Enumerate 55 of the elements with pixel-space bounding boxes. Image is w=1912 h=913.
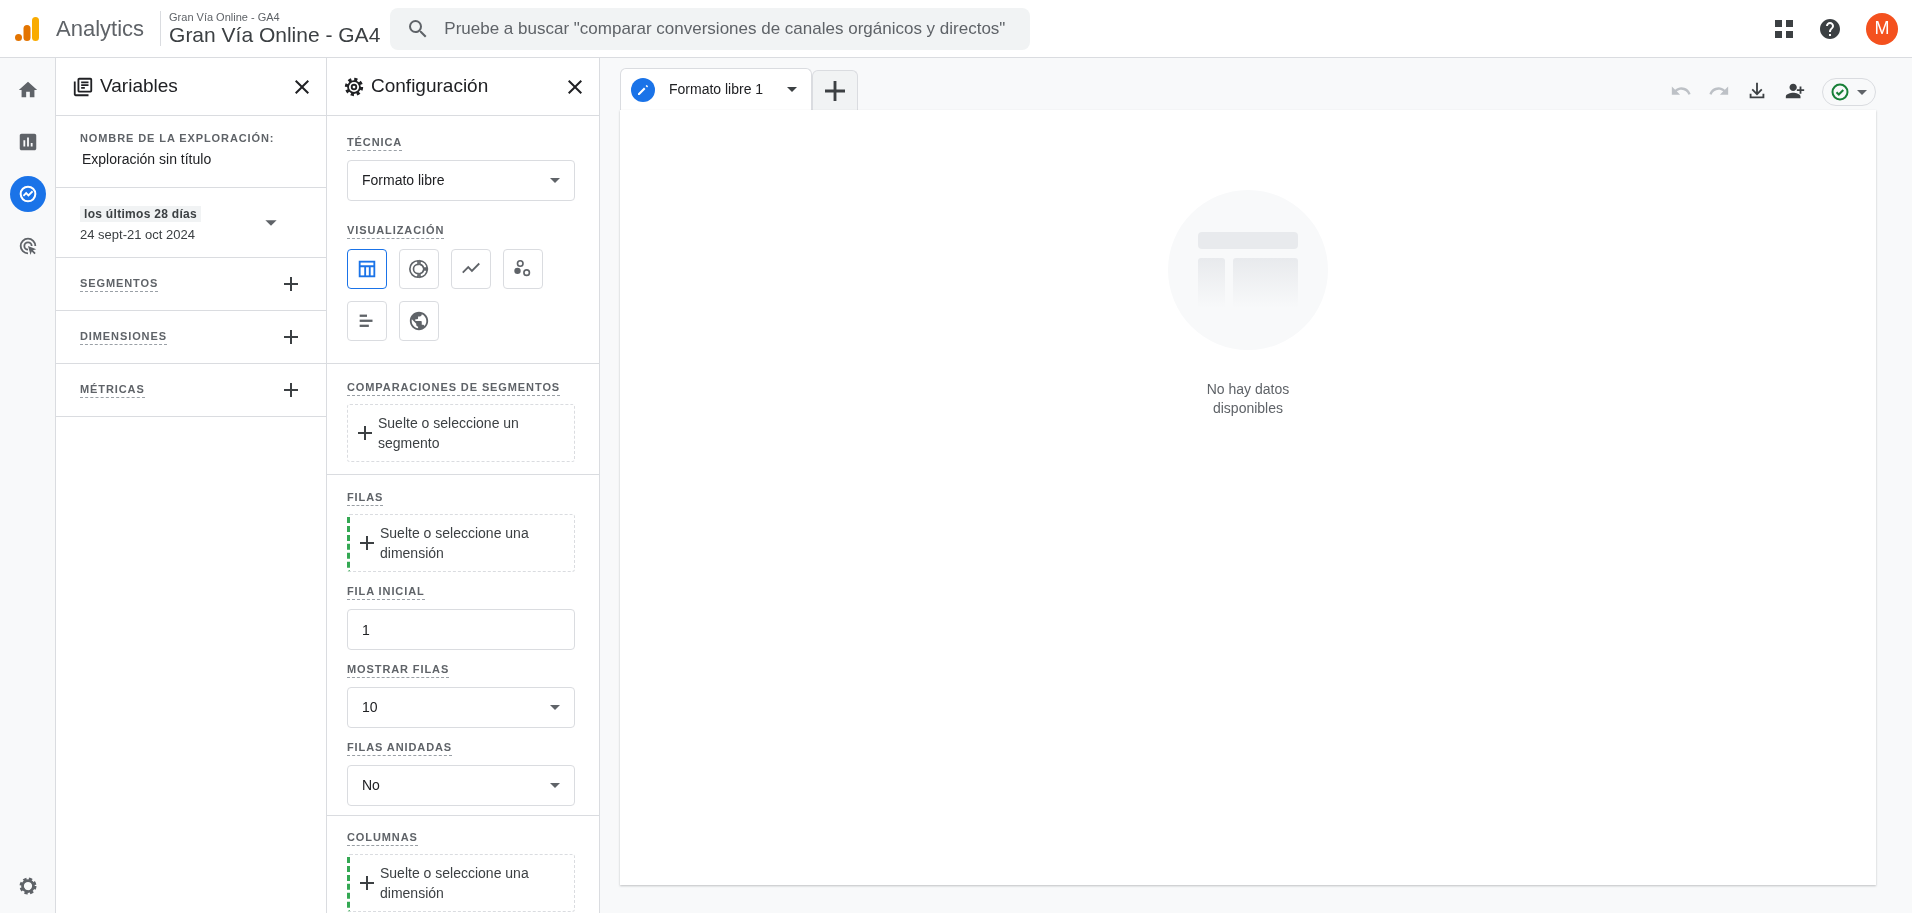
section-label: MÉTRICAS — [80, 382, 145, 398]
caret-icon — [550, 705, 560, 710]
section-label: TÉCNICA — [347, 135, 403, 151]
caret-icon — [550, 783, 560, 788]
add-tab-button[interactable] — [812, 70, 859, 110]
start-row-input[interactable]: 1 — [347, 609, 575, 650]
plus-icon[interactable] — [284, 277, 298, 291]
apps-grid-icon[interactable] — [1774, 18, 1794, 39]
section-label: COLUMNAS — [347, 830, 418, 846]
exploration-name[interactable]: Exploración sin título — [80, 148, 302, 170]
nav-rail-button[interactable] — [9, 176, 46, 212]
table-icon — [356, 258, 378, 280]
section-label: DIMENSIONES — [80, 329, 167, 345]
date-preset-chip: los últimos 28 días — [80, 205, 202, 222]
caret-icon — [1857, 89, 1867, 95]
section-label: MOSTRAR FILAS — [347, 662, 450, 678]
analytics-logo-icon — [14, 15, 40, 42]
section-label: VISUALIZACIÓN — [347, 223, 445, 239]
help-icon[interactable] — [1818, 16, 1842, 41]
plus-icon — [358, 426, 372, 440]
plus-icon — [360, 536, 374, 550]
drop-zone[interactable]: Suelte o seleccione un segmento — [347, 404, 575, 462]
check-circle-icon — [1831, 83, 1849, 101]
exploration-tab[interactable]: Formato libre 1 — [620, 68, 813, 110]
technique-dropdown[interactable]: Formato libre — [347, 160, 575, 201]
section-label: FILAS — [347, 490, 384, 506]
account-name[interactable]: Gran Vía Online - GA4 — [169, 10, 381, 23]
property-name[interactable]: Gran Vía Online - GA4 — [169, 23, 381, 47]
plus-icon — [360, 876, 374, 890]
field-label: NOMBRE DE LA EXPLORACIÓN: — [80, 131, 276, 146]
search-field[interactable]: Pruebe a buscar "comparar conversiones de canales orgánicos y directos" — [390, 7, 1031, 50]
panel-title: Configuración — [371, 74, 489, 99]
drop-zone[interactable]: Suelte o seleccione una dimensión — [347, 514, 575, 572]
section-label: FILAS ANIDADAS — [347, 740, 453, 756]
panel-title: Variables — [100, 74, 178, 99]
app-name: Analytics — [56, 15, 145, 43]
plus-icon — [825, 80, 846, 101]
section-label: COMPARACIONES DE SEGMENTOS — [347, 380, 561, 396]
caret-icon — [550, 178, 560, 183]
empty-state-message: No hay datos disponibles — [1205, 380, 1291, 418]
plus-icon[interactable] — [284, 383, 298, 397]
visualization-button[interactable] — [347, 249, 387, 289]
pencil-icon — [631, 77, 655, 102]
date-range[interactable]: 24 sept-21 oct 2024 — [80, 224, 202, 245]
caret-icon — [787, 87, 798, 92]
plus-icon[interactable] — [284, 330, 298, 344]
nested-rows-dropdown[interactable]: No — [347, 765, 575, 806]
section-label: FILA INICIAL — [347, 584, 425, 600]
drop-zone[interactable]: Suelte o seleccione una dimensión — [347, 854, 575, 912]
donut-chart-icon — [408, 258, 430, 280]
globe-icon — [408, 310, 430, 332]
settings-icon — [343, 75, 365, 98]
section-label: SEGMENTOS — [80, 276, 159, 292]
library-icon — [72, 75, 94, 98]
show-rows-dropdown[interactable]: 10 — [347, 687, 575, 728]
